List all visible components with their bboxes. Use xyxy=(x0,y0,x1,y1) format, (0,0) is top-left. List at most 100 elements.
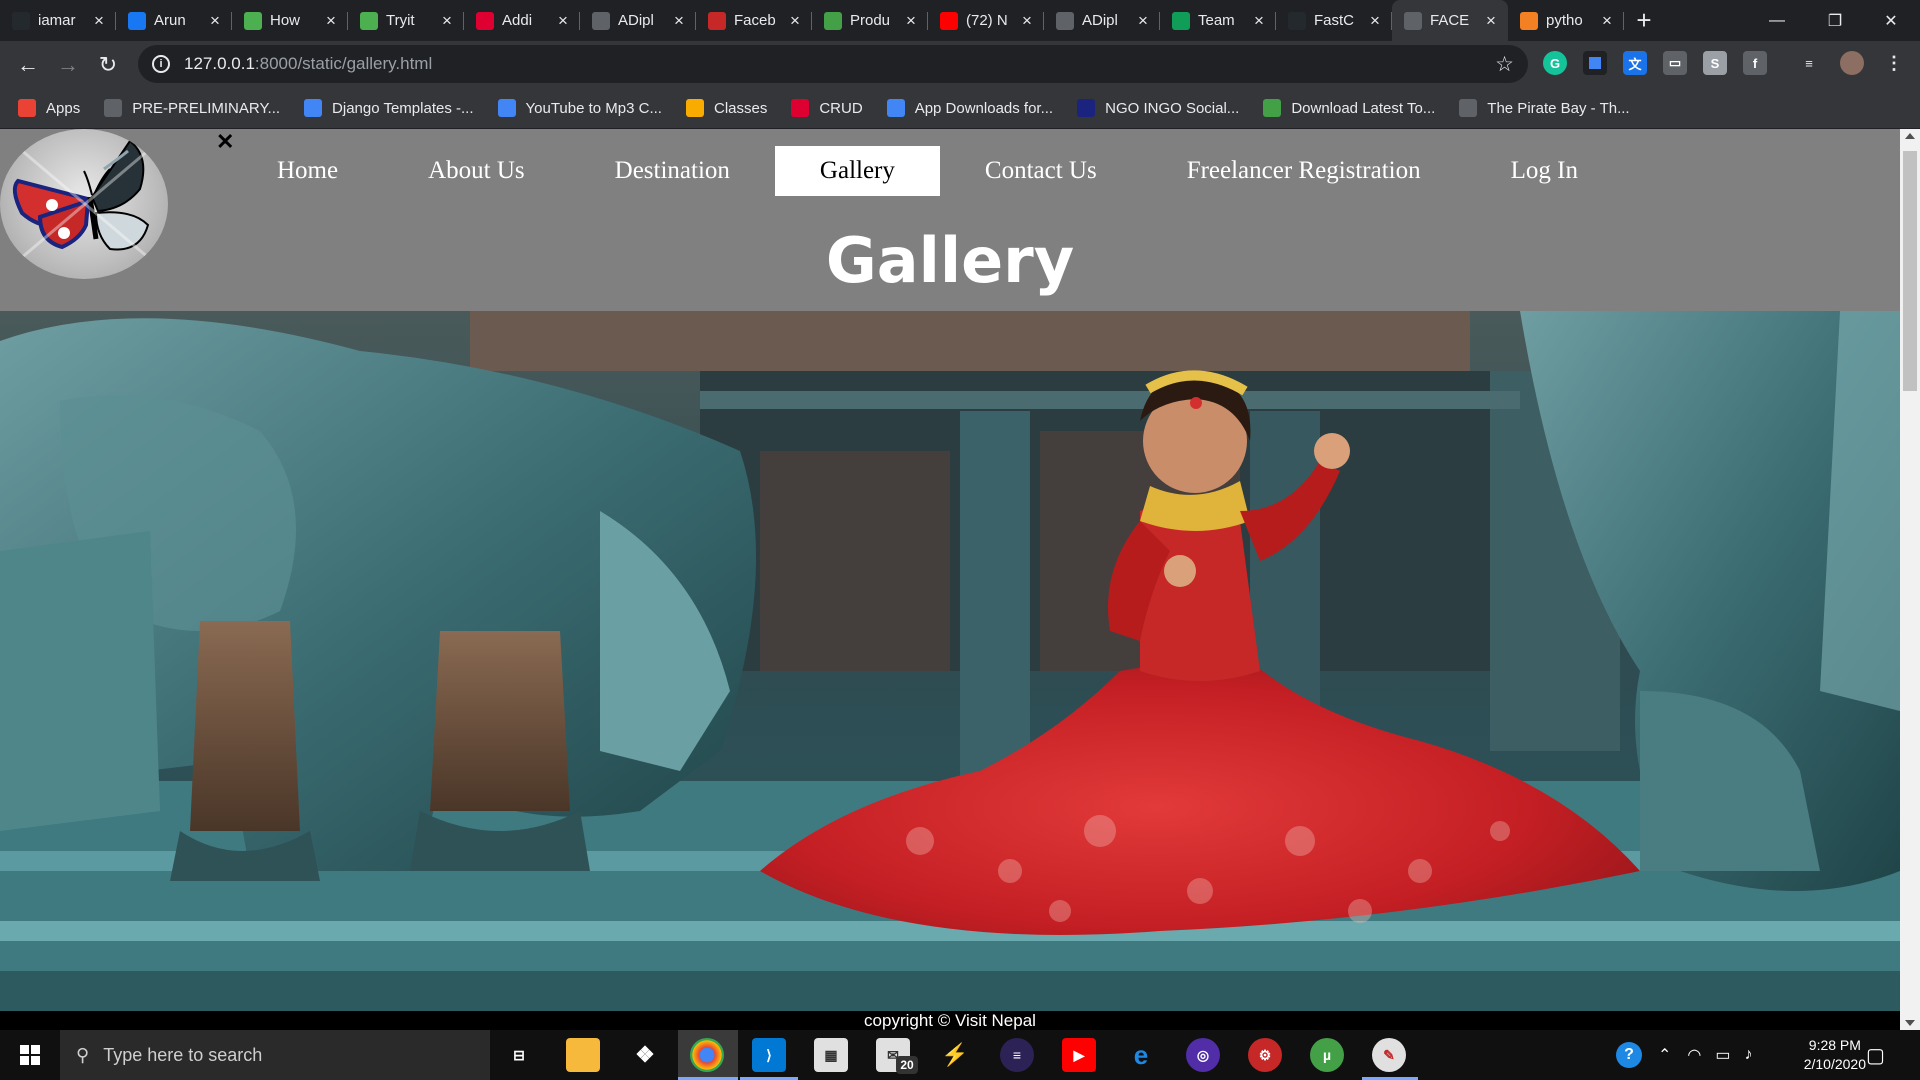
tab-close-icon[interactable]: × xyxy=(554,11,572,31)
bookmark-item[interactable]: CRUD xyxy=(791,99,863,117)
dropbox-icon[interactable]: ❖ xyxy=(628,1038,662,1072)
tab-close-icon[interactable]: × xyxy=(90,11,108,31)
browser-tab[interactable]: Faceb × xyxy=(696,0,812,41)
taskbar-search[interactable]: ⚲ Type here to search xyxy=(60,1030,490,1080)
bookmark-item[interactable]: NGO INGO Social... xyxy=(1077,99,1239,117)
file-explorer-icon[interactable] xyxy=(566,1038,600,1072)
windows-start-button[interactable] xyxy=(0,1030,60,1080)
forward-arrow-icon[interactable]: → xyxy=(48,45,88,85)
eclipse-icon[interactable]: ≡ xyxy=(1000,1038,1034,1072)
visual-studio-icon[interactable]: ⚡ xyxy=(938,1038,972,1072)
nav-item-home[interactable]: Home xyxy=(232,146,383,196)
media-control-icon[interactable]: ≡ xyxy=(1797,51,1821,75)
facebook-extension-icon[interactable]: f xyxy=(1743,51,1767,75)
minimize-icon[interactable]: — xyxy=(1748,0,1806,41)
chrome-icon[interactable] xyxy=(690,1038,724,1072)
app-circle-icon[interactable]: ◎ xyxy=(1186,1038,1220,1072)
tab-close-icon[interactable]: × xyxy=(1482,11,1500,31)
nav-item-gallery[interactable]: Gallery xyxy=(774,146,940,196)
github-icon xyxy=(1288,11,1306,30)
new-tab-icon[interactable]: + xyxy=(1624,0,1664,41)
globe-icon xyxy=(592,11,610,30)
scroll-thumb[interactable] xyxy=(1903,151,1917,391)
browser-tab[interactable]: Addi × xyxy=(464,0,580,41)
tab-close-icon[interactable]: × xyxy=(1598,11,1616,31)
bookmark-item[interactable]: Apps xyxy=(18,99,80,117)
browser-tab[interactable]: Arun × xyxy=(116,0,232,41)
volume-icon[interactable]: ♪ xyxy=(1745,1046,1753,1064)
browser-tab[interactable]: Produ × xyxy=(812,0,928,41)
browser-tab[interactable]: iamar × xyxy=(0,0,116,41)
browser-tab[interactable]: ADipl × xyxy=(1044,0,1160,41)
clock-time: 9:28 PM xyxy=(1808,1037,1861,1053)
tab-close-icon[interactable]: × xyxy=(670,11,688,31)
tab-close-icon[interactable]: × xyxy=(1250,11,1268,31)
battery-icon[interactable]: ▭ xyxy=(1715,1045,1730,1065)
nav-item-about-us[interactable]: About Us xyxy=(383,146,570,196)
close-window-icon[interactable]: ✕ xyxy=(1862,0,1920,41)
nav-item-destination[interactable]: Destination xyxy=(570,146,775,196)
bookmark-item[interactable]: The Pirate Bay - Th... xyxy=(1459,99,1630,117)
tab-close-icon[interactable]: × xyxy=(1366,11,1384,31)
scroll-up-icon[interactable] xyxy=(1905,133,1915,139)
paint-icon[interactable]: ✎ xyxy=(1372,1038,1406,1072)
page-scrollbar[interactable] xyxy=(1900,129,1920,1030)
video-extension-icon[interactable]: ▭ xyxy=(1663,51,1687,75)
task-view-icon[interactable]: ⊟ xyxy=(502,1038,536,1072)
tray-chevron-icon[interactable]: ⌃ xyxy=(1658,1045,1671,1065)
tab-close-icon[interactable]: × xyxy=(786,11,804,31)
bookmark-item[interactable]: YouTube to Mp3 C... xyxy=(497,99,662,117)
reload-icon[interactable]: ↻ xyxy=(88,45,128,85)
utorrent-icon xyxy=(1263,99,1282,117)
scroll-down-icon[interactable] xyxy=(1905,1020,1915,1026)
taskbar-clock[interactable]: 9:28 PM 2/10/2020 xyxy=(1804,1036,1866,1074)
tab-label: FACE xyxy=(1430,12,1470,29)
tab-close-icon[interactable]: × xyxy=(1134,11,1152,31)
address-bar[interactable]: i 127.0.0.1:8000/static/gallery.html ☆ xyxy=(138,45,1528,83)
wifi-icon[interactable]: ◠ xyxy=(1687,1045,1701,1065)
browser-menu-icon[interactable]: ⋮ xyxy=(1882,51,1906,75)
nav-item-contact-us[interactable]: Contact Us xyxy=(940,146,1142,196)
nav-item-freelancer-registration[interactable]: Freelancer Registration xyxy=(1142,146,1466,196)
bookmark-item[interactable]: Download Latest To... xyxy=(1263,99,1435,117)
bookmark-label: Django Templates -... xyxy=(332,99,474,117)
browser-tab[interactable]: How × xyxy=(232,0,348,41)
browser-tab[interactable]: Tryit × xyxy=(348,0,464,41)
translate-icon[interactable]: 文 xyxy=(1623,51,1647,75)
mail-badge: 20 xyxy=(896,1056,918,1074)
help-icon[interactable]: ? xyxy=(1616,1042,1642,1068)
browser-tab[interactable]: Team × xyxy=(1160,0,1276,41)
browser-tab[interactable]: ADipl × xyxy=(580,0,696,41)
profile-avatar[interactable] xyxy=(1840,51,1864,75)
youtube-icon[interactable]: ▶ xyxy=(1062,1038,1096,1072)
tab-close-icon[interactable]: × xyxy=(438,11,456,31)
utorrent-icon[interactable]: µ xyxy=(1310,1038,1344,1072)
bookmark-item[interactable]: PRE-PRELIMINARY... xyxy=(104,99,280,117)
tab-close-icon[interactable]: × xyxy=(902,11,920,31)
browser-tab[interactable]: FACE × xyxy=(1392,0,1508,41)
bookmark-item[interactable]: Django Templates -... xyxy=(304,99,474,117)
bookmark-star-icon[interactable]: ☆ xyxy=(1495,52,1514,77)
browser-tab[interactable]: FastC × xyxy=(1276,0,1392,41)
store-icon[interactable]: ▦ xyxy=(814,1038,848,1072)
bookmark-item[interactable]: App Downloads for... xyxy=(886,99,1053,117)
back-arrow-icon[interactable]: ← xyxy=(8,45,48,85)
tab-close-icon[interactable]: × xyxy=(1018,11,1036,31)
browser-tab[interactable]: (72) N × xyxy=(928,0,1044,41)
browser-tab[interactable]: pytho × xyxy=(1508,0,1624,41)
site-header: ✕ Home About Us Destination Gallery Contact … xyxy=(0,129,1900,311)
grammarly-icon[interactable]: G xyxy=(1543,51,1567,75)
site-info-icon[interactable]: i xyxy=(152,55,170,73)
red-app-icon[interactable]: ⚙ xyxy=(1248,1038,1282,1072)
plus-icon xyxy=(1172,11,1190,30)
nav-item-log-in[interactable]: Log In xyxy=(1466,146,1623,196)
bookmark-item[interactable]: Classes xyxy=(685,99,767,117)
tab-close-icon[interactable]: × xyxy=(322,11,340,31)
screenshot-extension-icon[interactable]: S xyxy=(1703,51,1727,75)
notifications-icon[interactable]: ▢ xyxy=(1866,1030,1885,1080)
tab-close-icon[interactable]: × xyxy=(206,11,224,31)
extension-square-icon[interactable] xyxy=(1583,51,1607,75)
restore-icon[interactable]: ❐ xyxy=(1806,0,1864,41)
edge-icon[interactable]: e xyxy=(1124,1038,1158,1072)
vscode-icon[interactable]: ⟩ xyxy=(752,1038,786,1072)
